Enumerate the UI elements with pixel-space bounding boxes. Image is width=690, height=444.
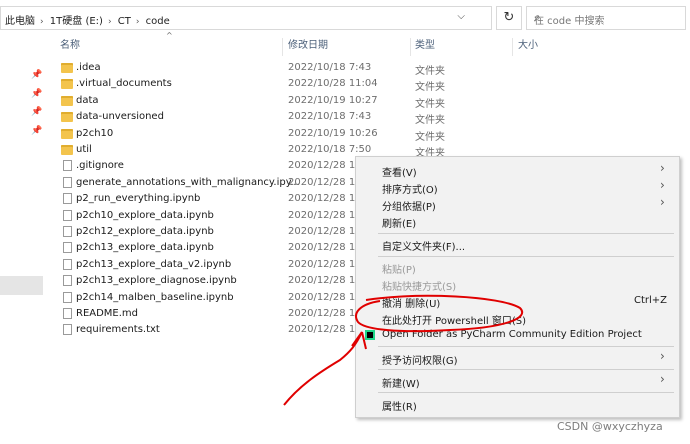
annotation-overlay xyxy=(283,294,523,406)
annotation-ellipse xyxy=(355,294,523,333)
watermark: CSDN @wxyczhyza xyxy=(557,420,663,433)
annotation-arrow xyxy=(283,331,367,406)
